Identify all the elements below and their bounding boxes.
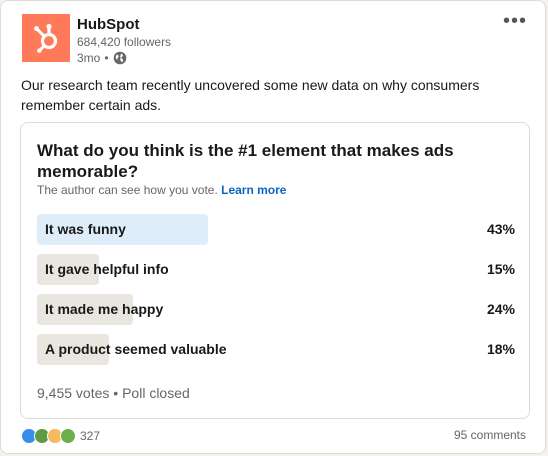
- poll-option-percent: 15%: [486, 261, 515, 277]
- post-card: HubSpot 684,420 followers 3mo • ••• Our …: [0, 0, 546, 454]
- poll-option-label: It made me happy: [45, 301, 164, 317]
- poll-note-text: The author can see how you vote.: [37, 183, 218, 197]
- footer-separator: •: [113, 385, 119, 401]
- post-header: HubSpot 684,420 followers 3mo •: [22, 14, 171, 66]
- poll-option-label: A product seemed valuable: [45, 341, 227, 357]
- more-options-icon[interactable]: •••: [503, 11, 527, 31]
- poll-option-label: It was funny: [45, 221, 126, 237]
- post-time: 3mo: [77, 51, 101, 65]
- poll-note: The author can see how you vote. Learn m…: [37, 183, 286, 197]
- poll-status: Poll closed: [122, 385, 190, 401]
- post-text: Our research team recently uncovered som…: [21, 77, 480, 113]
- follower-count: 684,420 followers: [77, 35, 172, 49]
- vote-count: 9,455 votes: [37, 385, 110, 401]
- time-separator: •: [104, 51, 109, 65]
- support-icon: [60, 428, 76, 444]
- poll-option-percent: 18%: [486, 341, 515, 357]
- author-name[interactable]: HubSpot: [77, 15, 171, 34]
- poll-footer: 9,455 votes • Poll closed: [37, 385, 190, 401]
- learn-more-link[interactable]: Learn more: [221, 183, 286, 197]
- poll-option[interactable]: It was funny 43%: [37, 214, 515, 245]
- author-meta: HubSpot 684,420 followers 3mo •: [77, 15, 171, 66]
- poll-option-label: It gave helpful info: [45, 261, 169, 277]
- reaction-count: 327: [80, 429, 101, 443]
- post-time-row: 3mo •: [77, 50, 171, 66]
- globe-icon: [113, 51, 126, 65]
- poll-option-percent: 24%: [486, 301, 515, 317]
- poll-option[interactable]: It made me happy 24%: [37, 294, 515, 325]
- poll-question: What do you think is the #1 element that…: [37, 141, 454, 181]
- hubspot-sprocket-icon: [34, 23, 58, 53]
- poll: What do you think is the #1 element that…: [20, 122, 530, 419]
- poll-option[interactable]: A product seemed valuable 18%: [37, 334, 515, 365]
- poll-option[interactable]: It gave helpful info 15%: [37, 254, 515, 285]
- comments-count-link[interactable]: 95 comments: [454, 428, 526, 442]
- hubspot-logo[interactable]: [22, 14, 70, 62]
- reactions-summary[interactable]: 327: [21, 428, 100, 444]
- poll-option-percent: 43%: [486, 221, 515, 237]
